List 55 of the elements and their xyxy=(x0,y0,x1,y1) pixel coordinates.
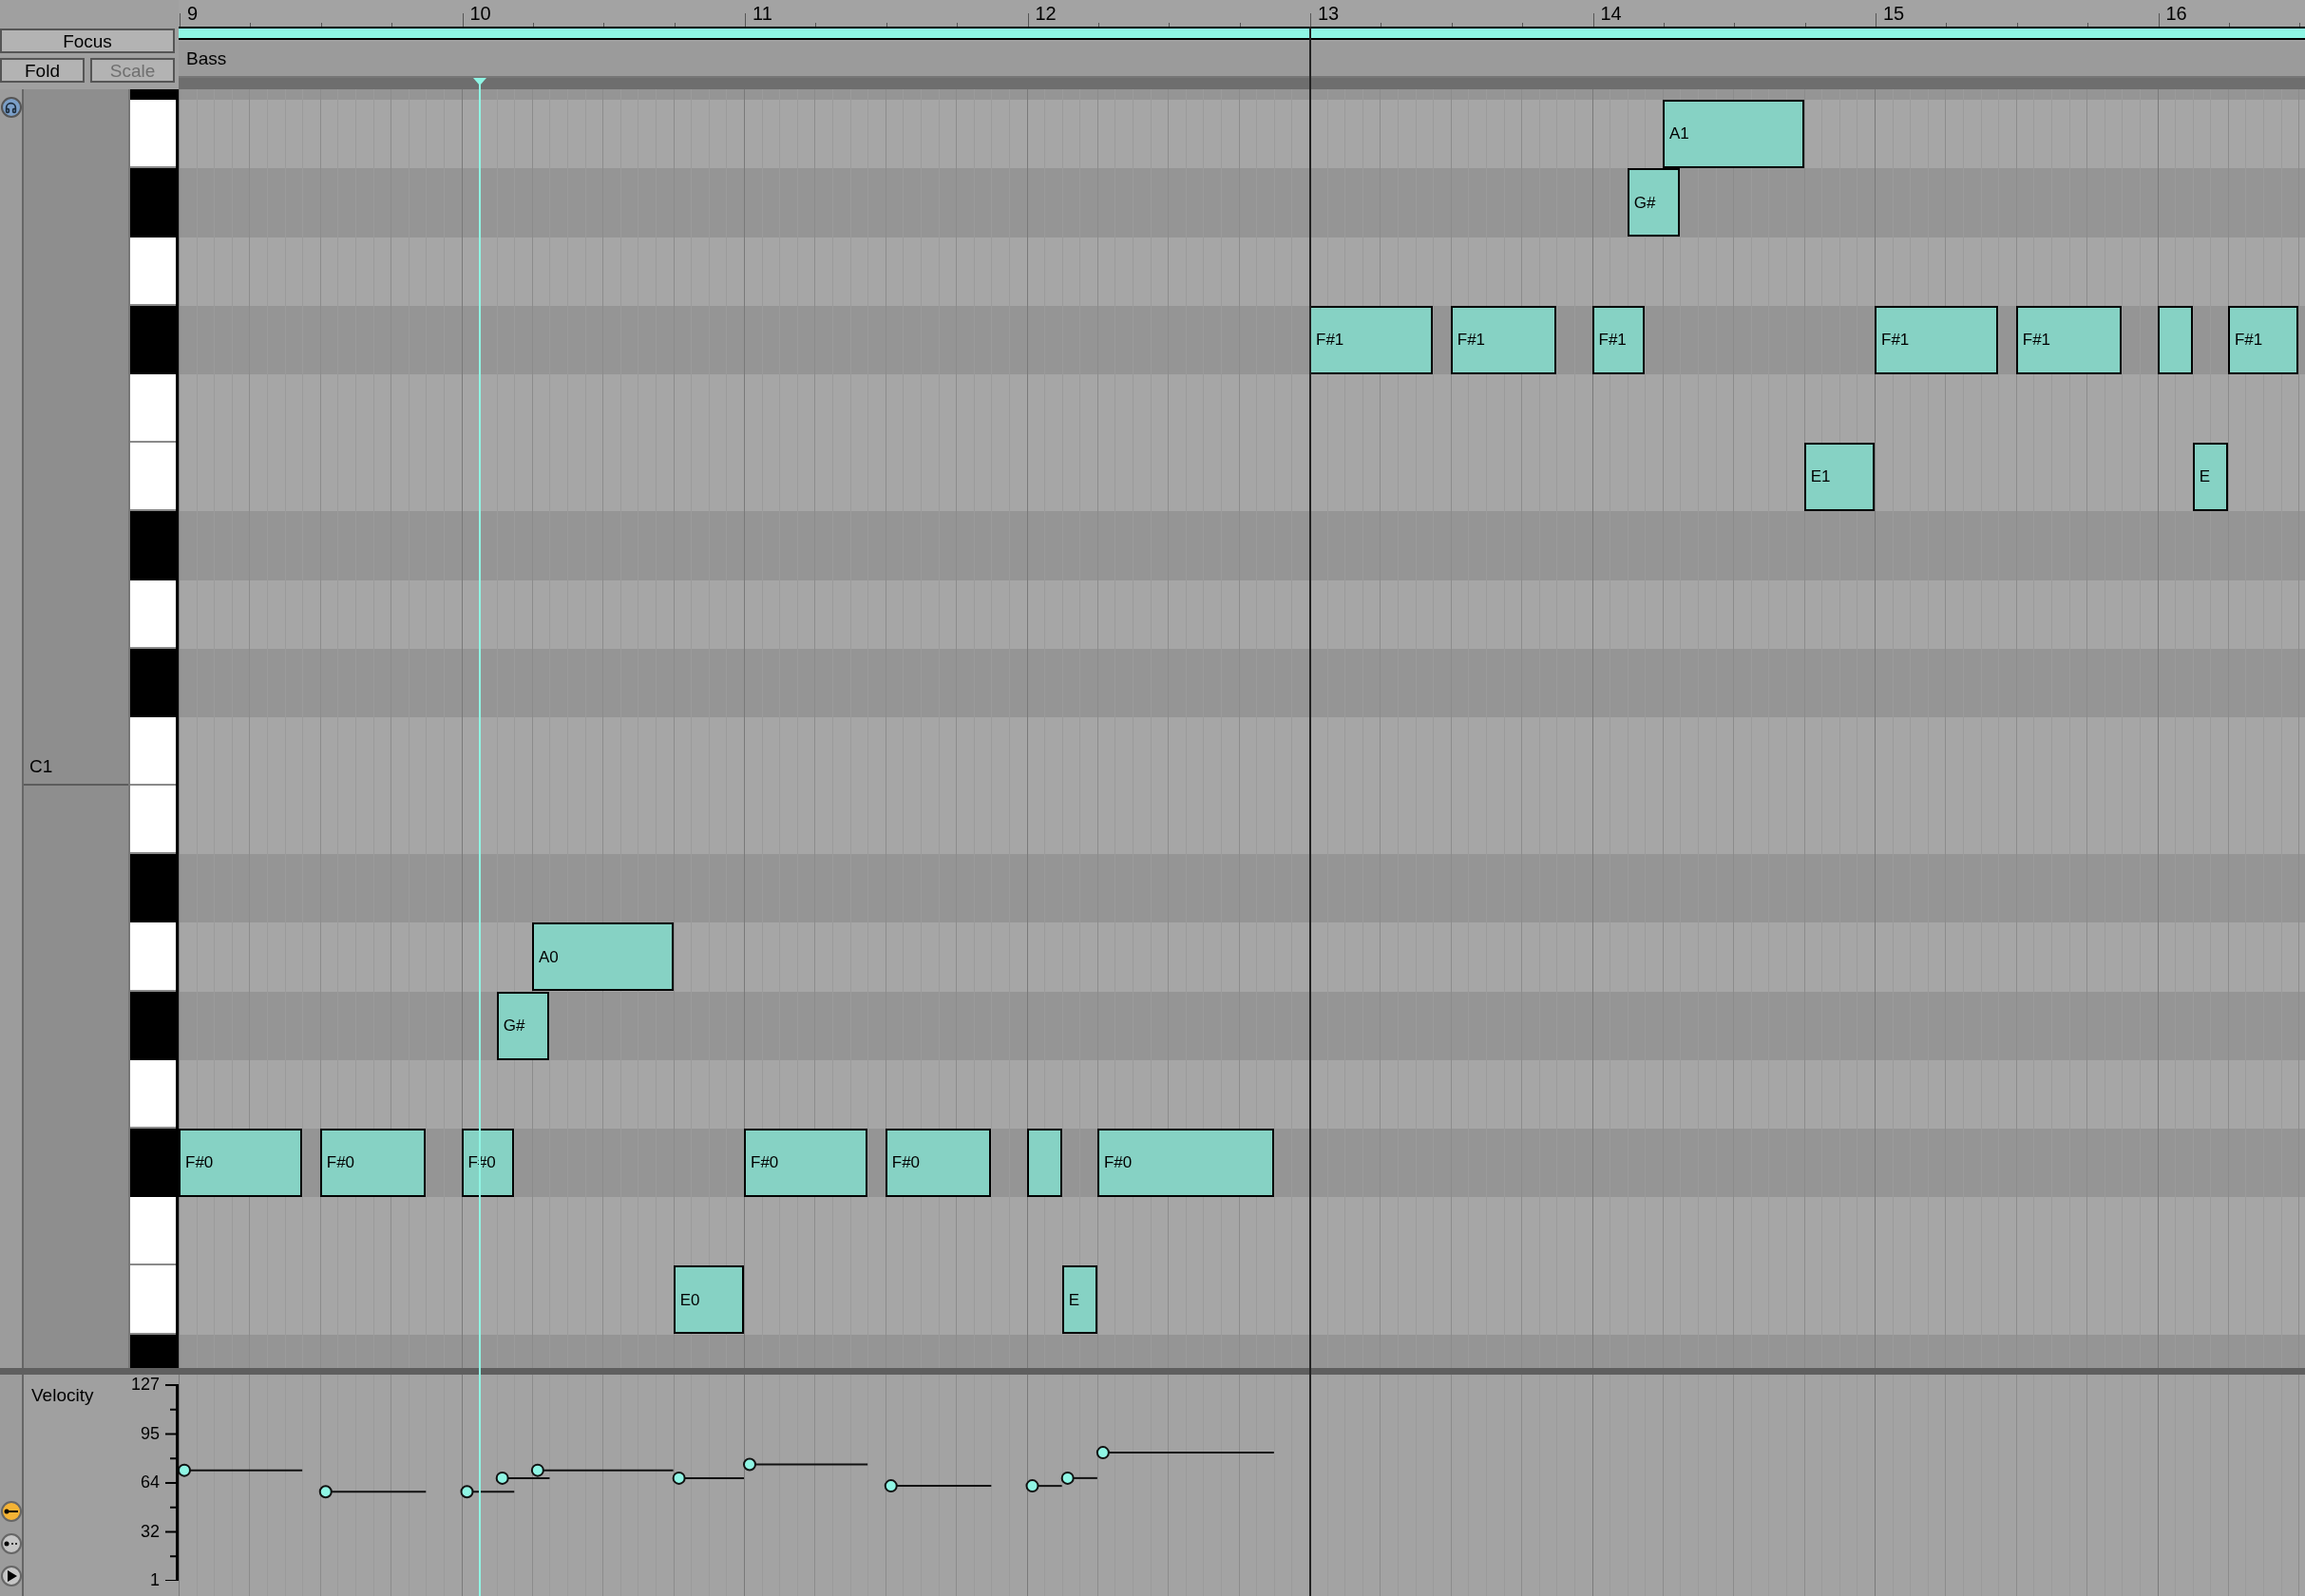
velocity-marker[interactable] xyxy=(672,1471,745,1485)
ruler-bar-number: 11 xyxy=(752,4,772,23)
midi-note[interactable]: G# xyxy=(1627,168,1681,238)
play-icon[interactable] xyxy=(0,1566,22,1586)
line-tool-icon[interactable] xyxy=(0,1501,22,1522)
headphones-icon[interactable] xyxy=(0,97,22,118)
midi-note[interactable]: E xyxy=(1061,1265,1097,1335)
midi-note[interactable]: A1 xyxy=(1662,100,1804,169)
midi-note[interactable]: F#1 xyxy=(1309,305,1434,374)
axis-tick-label: 95 xyxy=(140,1424,160,1442)
focus-button[interactable]: Focus xyxy=(0,28,175,53)
midi-note[interactable]: F#1 xyxy=(1450,305,1557,374)
velocity-marker[interactable] xyxy=(1025,1479,1063,1493)
loop-bar[interactable] xyxy=(179,27,2305,40)
velocity-marker[interactable] xyxy=(495,1471,551,1485)
midi-note[interactable]: E0 xyxy=(673,1265,744,1335)
midi-note[interactable]: E1 xyxy=(1803,443,1875,512)
axis-tick-label: 127 xyxy=(130,1376,160,1393)
midi-note[interactable]: F#0 xyxy=(885,1129,992,1197)
midi-note[interactable]: F#0 xyxy=(1096,1129,1274,1197)
velocity-marker[interactable] xyxy=(530,1463,675,1477)
clip-name: Bass xyxy=(186,47,227,70)
ruler-bar-number: 14 xyxy=(1600,4,1622,23)
midi-note[interactable]: A0 xyxy=(531,922,674,992)
midi-note[interactable] xyxy=(2157,305,2193,374)
ruler-bar-number: 9 xyxy=(187,4,199,23)
velocity-marker[interactable] xyxy=(1060,1471,1098,1485)
midi-note[interactable]: F#0 xyxy=(319,1129,427,1197)
axis-tick-label: 1 xyxy=(150,1571,160,1588)
midi-note[interactable]: F#1 xyxy=(2015,305,2123,374)
axis-tick-label: 64 xyxy=(140,1473,160,1491)
ruler-bar-number: 15 xyxy=(1883,4,1905,23)
dots-tool-icon[interactable] xyxy=(0,1533,22,1554)
velocity-marker[interactable] xyxy=(460,1485,516,1499)
midi-note[interactable]: F#1 xyxy=(2227,305,2299,374)
velocity-marker[interactable] xyxy=(884,1479,993,1493)
midi-note[interactable] xyxy=(1026,1129,1062,1197)
ruler-bar-number: 12 xyxy=(1035,4,1057,23)
fold-button[interactable]: Fold xyxy=(0,58,85,83)
velocity-marker[interactable] xyxy=(1095,1446,1275,1460)
velocity-marker[interactable] xyxy=(743,1457,869,1472)
midi-note[interactable]: F#1 xyxy=(1591,305,1646,374)
midi-note[interactable]: G# xyxy=(496,991,550,1060)
velocity-marker[interactable] xyxy=(318,1485,428,1499)
midi-note[interactable]: E xyxy=(2192,443,2228,512)
lane-title: Velocity xyxy=(31,1384,94,1407)
axis-tick-label: 32 xyxy=(140,1522,160,1540)
ruler-bar-number: 13 xyxy=(1318,4,1340,23)
midi-note[interactable]: F#0 xyxy=(179,1129,303,1197)
midi-note[interactable]: F#0 xyxy=(744,1129,868,1197)
ruler-bar-number: 16 xyxy=(2165,4,2187,23)
key-label: C1 xyxy=(29,754,53,778)
velocity-marker[interactable] xyxy=(179,1463,304,1477)
midi-note[interactable]: F#1 xyxy=(1875,305,1999,374)
ruler-bar-number: 10 xyxy=(469,4,491,23)
